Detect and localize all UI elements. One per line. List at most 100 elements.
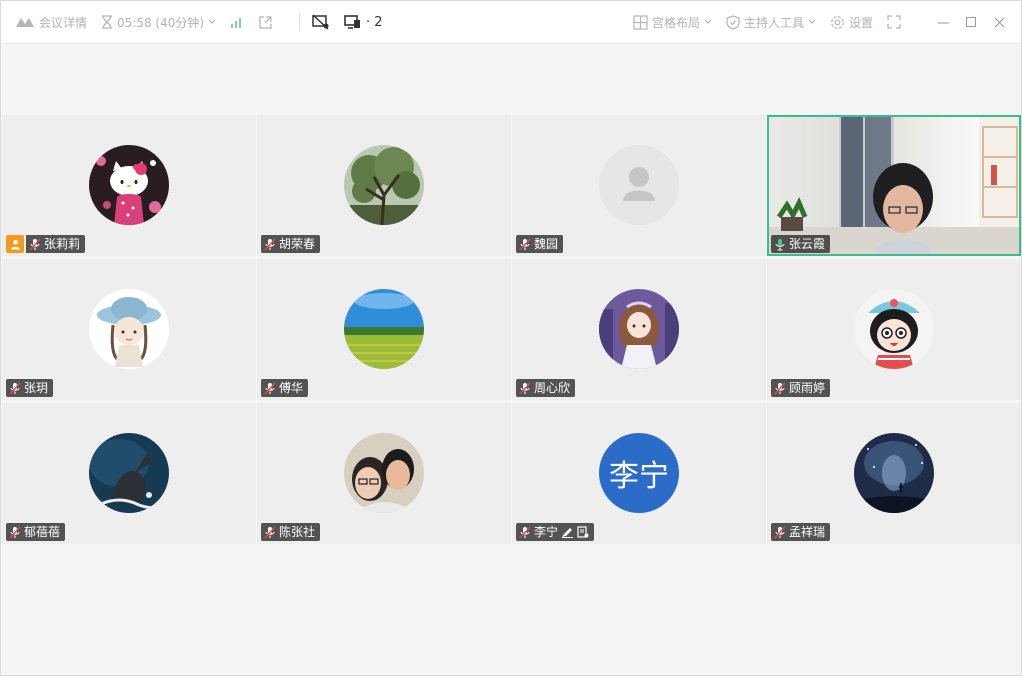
signal-strength-button[interactable] xyxy=(230,1,244,43)
fullscreen-icon xyxy=(887,15,901,29)
avatar-hello-kitty xyxy=(89,144,169,225)
participant-name: 魏园 xyxy=(534,237,559,251)
mic-muted-icon xyxy=(774,381,786,395)
participant-name: 周心欣 xyxy=(534,381,571,395)
participant-name: 顾雨婷 xyxy=(789,381,826,395)
avatar-girl-hat xyxy=(89,288,169,369)
layout-label: 宫格布局 xyxy=(651,15,700,30)
participant-tile[interactable]: 顾雨婷 xyxy=(767,259,1021,400)
participant-tile[interactable]: 孟祥瑞 xyxy=(767,403,1021,544)
layout-button[interactable]: 宫格布局 xyxy=(633,1,712,43)
participant-name-label: 郁蓓蓓 xyxy=(6,523,66,541)
tencent-meeting-logo-icon xyxy=(15,16,35,28)
participant-name: 张莉莉 xyxy=(44,237,81,251)
avatar-night xyxy=(854,432,934,513)
participant-name: 李宁 xyxy=(534,525,559,539)
meeting-timer[interactable]: 05:58 (40分钟) xyxy=(101,1,216,43)
maximize-icon xyxy=(966,17,976,27)
participant-name-label: 傅华 xyxy=(261,379,309,397)
avatar-text: 李宁 xyxy=(609,458,669,494)
participant-name-label: 顾雨婷 xyxy=(771,379,831,397)
participant-name-label: 胡荣春 xyxy=(261,235,321,253)
hourglass-icon xyxy=(101,15,113,29)
host-badge xyxy=(6,235,24,253)
avatar-couple xyxy=(344,432,424,513)
mic-muted-icon xyxy=(9,525,21,539)
participant-tile[interactable]: 胡荣春 xyxy=(257,115,511,256)
participant-name-label: 张玥 xyxy=(6,379,54,397)
maximize-button[interactable] xyxy=(957,17,985,27)
minimize-button[interactable] xyxy=(929,17,957,28)
signal-bars-icon xyxy=(230,15,244,29)
participant-name-label: 张莉莉 xyxy=(26,235,86,253)
close-icon xyxy=(994,17,1005,28)
participant-name-label: 孟祥瑞 xyxy=(771,523,831,541)
screen-share-off-icon xyxy=(312,14,330,30)
meeting-info-label: 会议详情 xyxy=(39,15,88,30)
chevron-down-icon xyxy=(208,19,216,25)
document-edit-icon xyxy=(577,526,589,538)
host-tools-label: 主持人工具 xyxy=(743,15,804,30)
settings-label: 设置 xyxy=(848,15,873,30)
participant-name-label: 周心欣 xyxy=(516,379,576,397)
grid-layout-icon xyxy=(633,14,648,30)
screen-share-off-button[interactable] xyxy=(312,1,330,43)
mic-muted-icon xyxy=(519,237,531,251)
host-tools-button[interactable]: 主持人工具 xyxy=(726,1,816,43)
participant-tile[interactable]: 李宁 李宁 xyxy=(512,403,766,544)
avatar-cartoon-girl xyxy=(854,288,934,369)
chevron-down-icon xyxy=(808,19,816,25)
top-toolbar: 会议详情 05:58 (40分钟) · 2 宫格布局 主持人工具 设置 xyxy=(1,1,1021,44)
participant-tile[interactable]: 张玥 xyxy=(2,259,256,400)
participant-name: 胡荣春 xyxy=(279,237,316,251)
mic-muted-icon xyxy=(29,237,41,251)
avatar-field xyxy=(344,288,424,369)
screens-icon xyxy=(344,14,362,30)
participant-tile[interactable]: 郁蓓蓓 xyxy=(2,403,256,544)
user-icon xyxy=(10,239,21,250)
mic-muted-icon xyxy=(519,381,531,395)
participant-name: 张云霞 xyxy=(789,237,826,251)
gear-icon xyxy=(830,15,845,30)
shared-screens-button[interactable]: · 2 xyxy=(344,1,383,43)
mic-muted-icon xyxy=(774,525,786,539)
video-feed xyxy=(769,117,1019,254)
participant-tile[interactable]: 魏园 xyxy=(512,115,766,256)
avatar-letter: 李宁 xyxy=(599,432,679,513)
participant-name-label: 李宁 xyxy=(516,523,595,541)
participant-name: 郁蓓蓓 xyxy=(24,525,61,539)
participant-name: 孟祥瑞 xyxy=(789,525,826,539)
toolbar-divider xyxy=(299,13,301,31)
participant-tile[interactable]: 张莉莉 xyxy=(2,115,256,256)
pen-icon xyxy=(561,526,574,538)
mic-muted-icon xyxy=(264,237,276,251)
participant-name-label: 魏园 xyxy=(516,235,564,253)
shield-icon xyxy=(726,14,740,30)
avatar-ocean xyxy=(89,432,169,513)
avatar-anime-girl xyxy=(599,288,679,369)
avatar-tree xyxy=(344,144,424,225)
share-count: · 2 xyxy=(366,14,383,30)
participant-name: 张玥 xyxy=(24,381,49,395)
participant-name: 傅华 xyxy=(279,381,304,395)
fullscreen-button[interactable] xyxy=(887,1,901,43)
mic-muted-icon xyxy=(9,381,21,395)
mic-muted-icon xyxy=(519,525,531,539)
pop-out-button[interactable] xyxy=(258,1,273,43)
settings-button[interactable]: 设置 xyxy=(830,1,873,43)
mic-speaking-icon xyxy=(774,238,786,251)
meeting-info-button[interactable]: 会议详情 xyxy=(15,1,87,43)
participant-tile-active-speaker[interactable]: 张云霞 xyxy=(767,115,1021,256)
participant-grid: 张莉莉 胡荣春 魏园 张云霞 张玥 傅华 周心欣 顾雨婷 郁蓓蓓 陈张社 李宁 … xyxy=(2,115,1021,544)
avatar-default xyxy=(599,144,679,225)
participant-name-label: 陈张社 xyxy=(261,523,321,541)
minimize-icon xyxy=(937,17,949,28)
participant-name-label: 张云霞 xyxy=(771,235,831,253)
close-button[interactable] xyxy=(985,17,1013,28)
chevron-down-icon xyxy=(704,19,712,25)
participant-tile[interactable]: 陈张社 xyxy=(257,403,511,544)
participant-name: 陈张社 xyxy=(279,525,316,539)
participant-tile[interactable]: 傅华 xyxy=(257,259,511,400)
participant-tile[interactable]: 周心欣 xyxy=(512,259,766,400)
timer-text: 05:58 (40分钟) xyxy=(117,15,205,30)
